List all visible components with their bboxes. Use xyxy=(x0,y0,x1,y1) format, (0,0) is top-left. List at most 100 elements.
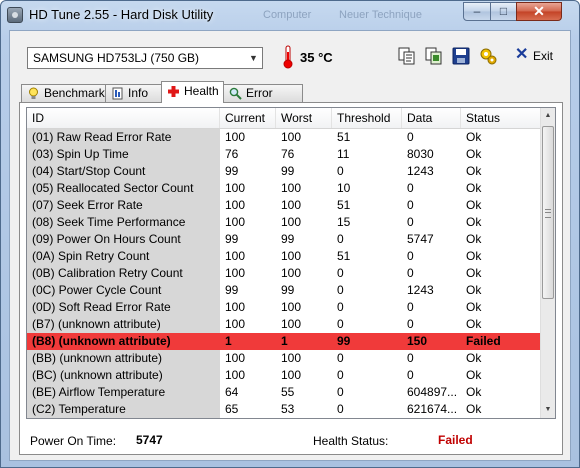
column-header-worst[interactable]: Worst xyxy=(276,108,332,128)
status-cell: Ok xyxy=(466,266,482,280)
table-row[interactable]: (09) Power On Hours Count 99 99 0 5747 Ok xyxy=(27,231,542,248)
table-row[interactable]: (0D) Soft Read Error Rate 100 100 0 0 Ok xyxy=(27,299,542,316)
maximize-button[interactable]: □ xyxy=(490,2,517,21)
status-cell: Ok xyxy=(466,385,482,399)
worst-cell: 1 xyxy=(281,334,288,348)
data-cell: 0 xyxy=(407,215,414,229)
minimize-button[interactable]: – xyxy=(463,2,491,21)
table-row[interactable]: (BE) Airflow Temperature 64 55 0 604897... Ok xyxy=(27,384,542,401)
current-cell: 99 xyxy=(225,232,239,246)
current-cell: 100 xyxy=(225,266,246,280)
chevron-down-icon[interactable]: ▼ xyxy=(245,48,262,68)
current-cell: 99 xyxy=(225,164,239,178)
vertical-scrollbar[interactable]: ▲ ▼ xyxy=(540,108,555,418)
column-header-data[interactable]: Data xyxy=(402,108,461,128)
threshold-cell: 0 xyxy=(337,232,344,246)
table-row[interactable]: (05) Reallocated Sector Count 100 100 10 0 Ok xyxy=(27,180,542,197)
worst-cell: 100 xyxy=(281,300,302,314)
threshold-cell: 51 xyxy=(337,198,351,212)
attribute-id-cell: (09) Power On Hours Count xyxy=(27,231,220,248)
threshold-cell: 0 xyxy=(337,164,344,178)
table-row[interactable]: (0A) Spin Retry Count 100 100 51 0 Ok xyxy=(27,248,542,265)
column-header-threshold[interactable]: Threshold xyxy=(332,108,402,128)
data-cell: 0 xyxy=(407,198,414,212)
threshold-cell: 99 xyxy=(337,334,351,348)
table-row[interactable]: (BB) (unknown attribute) 100 100 0 0 Ok xyxy=(27,350,542,367)
threshold-cell: 10 xyxy=(337,181,351,195)
worst-cell: 100 xyxy=(281,266,302,280)
health-status-label: Health Status: xyxy=(313,434,389,448)
magnifier-icon xyxy=(229,87,242,100)
scroll-down-icon[interactable]: ▼ xyxy=(541,402,555,418)
worst-cell: 53 xyxy=(281,402,295,416)
table-row[interactable]: (B7) (unknown attribute) 100 100 0 0 Ok xyxy=(27,316,542,333)
title-bar[interactable]: HD Tune 2.55 - Hard Disk Utility Compute… xyxy=(1,1,579,29)
status-cell: Ok xyxy=(466,130,482,144)
exit-label: Exit xyxy=(533,49,554,63)
table-row[interactable]: (0B) Calibration Retry Count 100 100 0 0 Ok xyxy=(27,265,542,282)
table-row-failed[interactable]: (B8) (unknown attribute) 1 1 99 150 Failed xyxy=(27,333,542,350)
table-row[interactable]: (03) Spin Up Time 76 76 11 8030 Ok xyxy=(27,146,542,163)
info-icon xyxy=(112,87,123,100)
tab-benchmark[interactable]: Benchmark xyxy=(21,84,106,102)
scrollbar-thumb[interactable] xyxy=(542,126,554,299)
attribute-id-cell: (BC) (unknown attribute) xyxy=(27,367,220,384)
attribute-id-cell: (BE) Airflow Temperature xyxy=(27,384,220,401)
column-header-current[interactable]: Current xyxy=(220,108,276,128)
data-cell: 604897... xyxy=(407,385,458,399)
tab-error-scan[interactable]: Error Scan xyxy=(223,84,303,116)
worst-cell: 100 xyxy=(281,181,302,195)
worst-cell: 100 xyxy=(281,215,302,229)
copy-text-icon[interactable] xyxy=(397,46,417,66)
background-ghost-text: Neuer Technique xyxy=(339,9,422,21)
thermometer-icon xyxy=(283,45,293,69)
health-panel: ID Current Worst Threshold Data Status (… xyxy=(19,102,563,455)
status-cell: Ok xyxy=(466,181,482,195)
scroll-up-icon[interactable]: ▲ xyxy=(541,108,555,124)
copy-screenshot-icon[interactable] xyxy=(424,46,444,66)
threshold-cell: 11 xyxy=(337,147,350,161)
current-cell: 100 xyxy=(225,249,246,263)
table-row[interactable]: (BC) (unknown attribute) 100 100 0 0 Ok xyxy=(27,367,542,384)
options-icon[interactable] xyxy=(478,46,498,66)
lightbulb-icon xyxy=(29,87,38,99)
window-title: HD Tune 2.55 - Hard Disk Utility xyxy=(29,7,214,22)
threshold-cell: 0 xyxy=(337,402,344,416)
status-cell: Ok xyxy=(466,283,482,297)
tab-health[interactable]: Health xyxy=(161,81,224,103)
table-row[interactable]: (04) Start/Stop Count 99 99 0 1243 Ok xyxy=(27,163,542,180)
close-button[interactable]: ✕ xyxy=(516,2,562,21)
column-header-id[interactable]: ID xyxy=(27,108,220,128)
current-cell: 76 xyxy=(225,147,239,161)
status-cell: Ok xyxy=(466,300,482,314)
exit-x-icon: ✕ xyxy=(515,46,529,63)
drive-selector[interactable]: SAMSUNG HD753LJ (750 GB) ▼ xyxy=(27,47,263,69)
threshold-cell: 51 xyxy=(337,249,351,263)
table-row[interactable]: (C2) Temperature 65 53 0 621674... Ok xyxy=(27,401,542,418)
table-row[interactable]: (0C) Power Cycle Count 99 99 0 1243 Ok xyxy=(27,282,542,299)
table-header: ID Current Worst Threshold Data Status xyxy=(27,108,542,129)
attribute-id-cell: (B7) (unknown attribute) xyxy=(27,316,220,333)
smart-attributes-table[interactable]: ID Current Worst Threshold Data Status (… xyxy=(26,107,556,419)
power-on-time-label: Power On Time: xyxy=(30,434,117,448)
column-header-status[interactable]: Status xyxy=(461,108,542,128)
worst-cell: 99 xyxy=(281,283,295,297)
worst-cell: 100 xyxy=(281,368,302,382)
data-cell: 0 xyxy=(407,130,414,144)
table-row[interactable]: (08) Seek Time Performance 100 100 15 0 Ok xyxy=(27,214,542,231)
status-cell: Ok xyxy=(466,215,482,229)
tab-label: Info xyxy=(128,86,149,100)
exit-button[interactable]: ✕ Exit xyxy=(515,46,555,66)
status-cell: Ok xyxy=(466,232,482,246)
tab-info[interactable]: Info xyxy=(105,84,162,102)
threshold-cell: 0 xyxy=(337,266,344,280)
table-row[interactable]: (07) Seek Error Rate 100 100 51 0 Ok xyxy=(27,197,542,214)
data-cell: 0 xyxy=(407,249,414,263)
threshold-cell: 0 xyxy=(337,317,344,331)
save-icon[interactable] xyxy=(451,46,471,66)
worst-cell: 100 xyxy=(281,198,302,212)
table-row[interactable]: (01) Raw Read Error Rate 100 100 51 0 Ok xyxy=(27,129,542,146)
data-cell: 0 xyxy=(407,266,414,280)
data-cell: 1243 xyxy=(407,283,434,297)
worst-cell: 100 xyxy=(281,249,302,263)
